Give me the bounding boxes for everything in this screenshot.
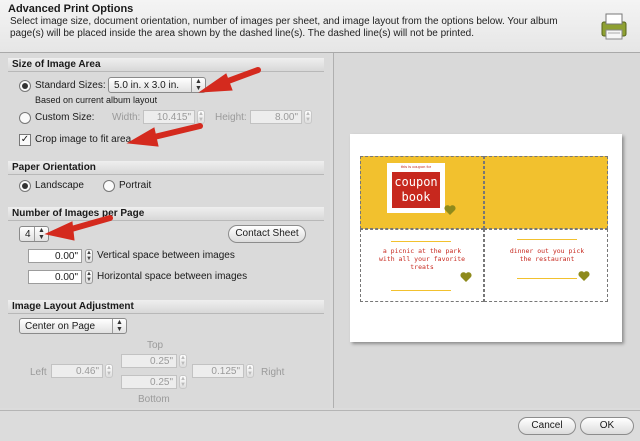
annotation-arrows <box>44 67 261 241</box>
dialog-footer: Cancel OK <box>0 410 640 441</box>
cancel-button[interactable]: Cancel <box>518 417 576 435</box>
ok-button[interactable]: OK <box>580 417 634 435</box>
